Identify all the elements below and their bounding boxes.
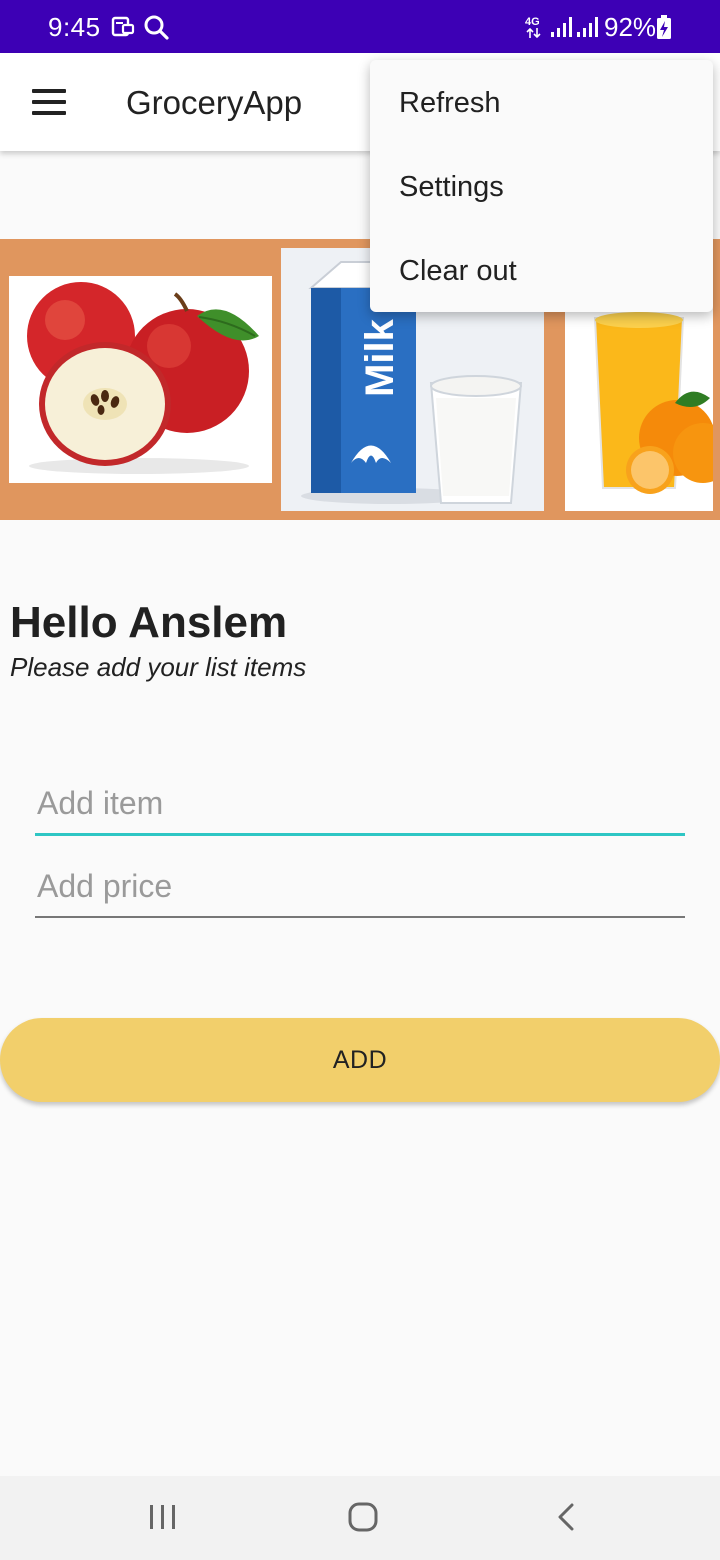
add-button[interactable]: ADD	[0, 1018, 720, 1102]
menu-item-refresh[interactable]: Refresh	[370, 61, 713, 145]
add-price-input[interactable]	[35, 856, 685, 918]
home-icon[interactable]	[333, 1496, 393, 1540]
apples-image	[9, 276, 272, 483]
greeting-title: Hello Anslem	[10, 598, 288, 647]
svg-text:4G: 4G	[525, 16, 540, 28]
system-nav-bar	[0, 1476, 720, 1560]
overflow-menu: Refresh Settings Clear out	[370, 60, 713, 312]
svg-text:Milk: Milk	[358, 318, 402, 397]
recents-icon[interactable]	[132, 1496, 192, 1540]
network-4g-icon: 4G	[524, 14, 544, 45]
signal-icon	[550, 16, 574, 43]
signal-icon	[576, 16, 600, 43]
status-time: 9:45	[48, 12, 101, 42]
greeting-subtitle: Please add your list items	[10, 652, 307, 682]
notification-icon	[111, 16, 135, 43]
search-icon	[143, 14, 169, 45]
app-title: GroceryApp	[126, 84, 303, 121]
hamburger-menu-icon[interactable]	[24, 81, 74, 123]
battery-charging-icon	[656, 14, 672, 45]
battery-percent: 92%	[604, 12, 657, 42]
menu-item-clear-out[interactable]: Clear out	[370, 229, 713, 313]
menu-item-settings[interactable]: Settings	[370, 145, 713, 229]
add-item-input[interactable]	[35, 774, 685, 836]
back-icon[interactable]	[535, 1496, 595, 1540]
status-bar: 9:45 4G 92%	[0, 0, 720, 53]
